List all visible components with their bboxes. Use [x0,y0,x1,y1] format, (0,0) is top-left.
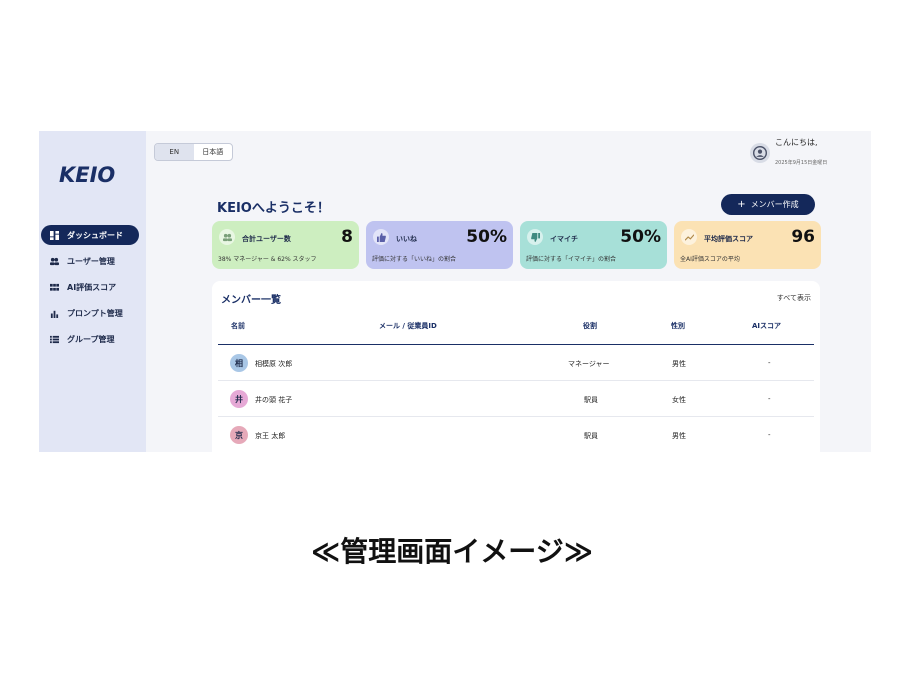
stat-card-subtext: 評価に対する「イマイチ」の割合 [526,256,617,263]
user-avatar-icon[interactable] [750,143,770,163]
sidebar-item-label: AI評価スコア [67,282,117,292]
avatar: 相 [230,354,248,372]
users-icon [41,257,67,266]
stat-card-label: 平均評価スコア [704,235,753,243]
cell-name: 相模原 次郎 [255,360,293,368]
list-icon [41,335,67,344]
cell-gender: 女性 [672,396,686,404]
trend-icon [681,229,697,245]
dashboard-icon [41,230,67,240]
cell-gender: 男性 [672,432,686,440]
current-date: 2025年9月15日金曜日 [775,160,828,166]
stat-card-value: 50% [620,227,661,247]
sidebar-item-label: ダッシュボード [67,230,123,240]
stat-card-value: 50% [466,227,507,247]
stat-card-label: 合計ユーザー数 [242,235,291,243]
stat-card-average-score: 平均評価スコア 96 全AI評価スコアの平均 [674,221,821,269]
cell-ai-score: - [768,359,771,367]
show-all-link[interactable]: すべて表示 [777,293,811,303]
table-row[interactable]: 井 井の頭 花子 駅員 女性 - [218,381,814,417]
cell-ai-score: - [768,431,771,439]
sidebar-item-label: ユーザー管理 [67,256,115,266]
table-row[interactable]: 京 京王 太郎 駅員 男性 - [218,417,814,452]
member-list-panel: メンバー一覧 すべて表示 名前 メール / 従業員ID 役割 性別 AIスコア … [212,281,820,452]
column-header-gender: 性別 [671,322,685,330]
app-window: KEIO ダッシュボード ユーザー管理 AI評価スコア プロンプト管理 グループ… [39,131,871,452]
column-header-email: メール / 従業員ID [379,322,437,330]
sidebar-item-users[interactable]: ユーザー管理 [41,251,139,271]
stat-card-subtext: 全AI評価スコアの平均 [680,256,740,263]
stat-card-value: 96 [791,227,815,247]
stat-card-likes: いいね 50% 評価に対する「いいね」の割合 [366,221,513,269]
cell-role: 駅員 [584,396,598,404]
user-greeting: こんにちは, 2025年9月15日金曜日 [749,137,869,169]
sidebar-item-label: グループ管理 [67,334,115,344]
cell-name: 京王 太郎 [255,432,286,440]
logo: KEIO [59,163,116,187]
thumbs-down-icon [527,229,543,245]
column-header-ai-score: AIスコア [752,322,782,330]
cell-role: 駅員 [584,432,598,440]
cell-gender: 男性 [672,360,686,368]
lang-ja-button[interactable]: 日本語 [194,144,233,160]
sidebar-item-groups[interactable]: グループ管理 [41,329,139,349]
thumbs-up-icon [373,229,389,245]
stat-card-total-users: 合計ユーザー数 8 38% マネージャー & 62% スタッフ [212,221,359,269]
cell-name: 井の頭 花子 [255,396,293,404]
page-title: KEIOへようこそ！ [217,201,330,216]
column-header-role: 役割 [583,322,597,330]
sidebar-item-ai-score[interactable]: AI評価スコア [41,277,139,297]
sidebar: KEIO ダッシュボード ユーザー管理 AI評価スコア プロンプト管理 グループ… [39,131,146,452]
avatar: 京 [230,426,248,444]
cell-ai-score: - [768,395,771,403]
cell-role: マネージャー [568,360,610,368]
users-icon [219,229,235,245]
stat-card-subtext: 評価に対する「いいね」の割合 [372,256,457,263]
create-member-button[interactable]: + メンバー作成 [721,194,815,215]
language-toggle: EN 日本語 [154,143,233,161]
stat-card-subtext: 38% マネージャー & 62% スタッフ [218,256,317,263]
avatar: 井 [230,390,248,408]
sidebar-item-dashboard[interactable]: ダッシュボード [41,225,139,245]
plus-icon: + [737,199,746,210]
greeting-text: こんにちは, [775,138,818,147]
stat-card-value: 8 [341,227,353,247]
sidebar-item-prompts[interactable]: プロンプト管理 [41,303,139,323]
grid-icon [41,283,67,292]
column-header-name: 名前 [231,322,245,330]
stat-card-label: イマイチ [550,235,578,243]
table-row[interactable]: 相 相模原 次郎 マネージャー 男性 - [218,345,814,381]
image-caption: ≪管理画面イメージ≫ [310,535,594,568]
member-list-title: メンバー一覧 [221,295,281,306]
stat-card-label: いいね [396,235,417,243]
bar-chart-icon [41,309,67,318]
stat-card-dislikes: イマイチ 50% 評価に対する「イマイチ」の割合 [520,221,667,269]
lang-en-button[interactable]: EN [155,144,194,160]
create-member-label: メンバー作成 [750,200,799,209]
sidebar-item-label: プロンプト管理 [67,308,123,318]
